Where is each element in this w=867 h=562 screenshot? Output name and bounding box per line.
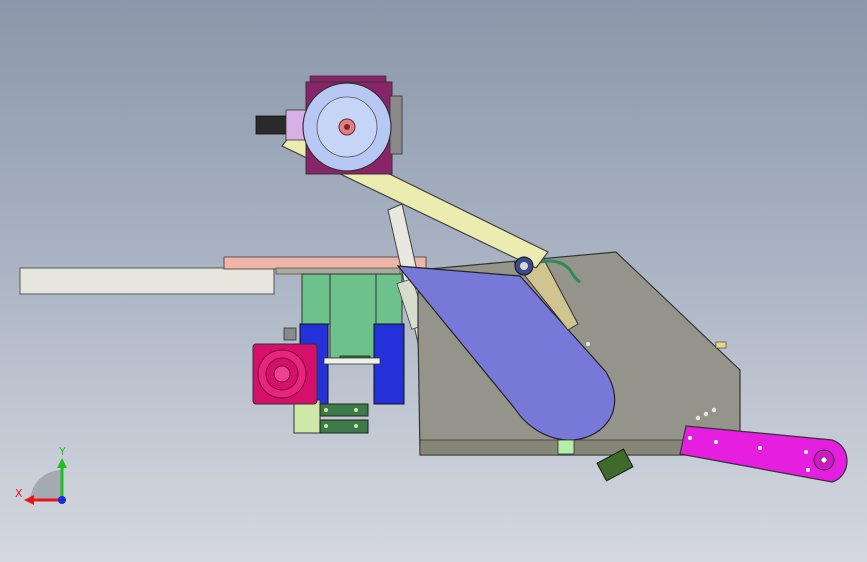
green-outlet-block[interactable] [557,439,575,455]
long-plate[interactable] [19,267,275,295]
lower-bracket[interactable] [293,399,369,434]
orientation-triad: Y X [15,445,67,505]
pink-top-bar[interactable] [223,256,427,270]
top-gearbox-assembly[interactable] [255,75,403,175]
y-axis-label: Y [58,445,66,458]
z-axis-dot [58,496,66,504]
cad-viewport[interactable]: Y X [0,0,867,562]
gray-strip[interactable] [275,267,401,275]
cad-model-scene[interactable]: Y X [0,0,867,562]
x-axis-label: X [15,487,23,500]
magenta-lever-arm[interactable] [679,425,848,483]
